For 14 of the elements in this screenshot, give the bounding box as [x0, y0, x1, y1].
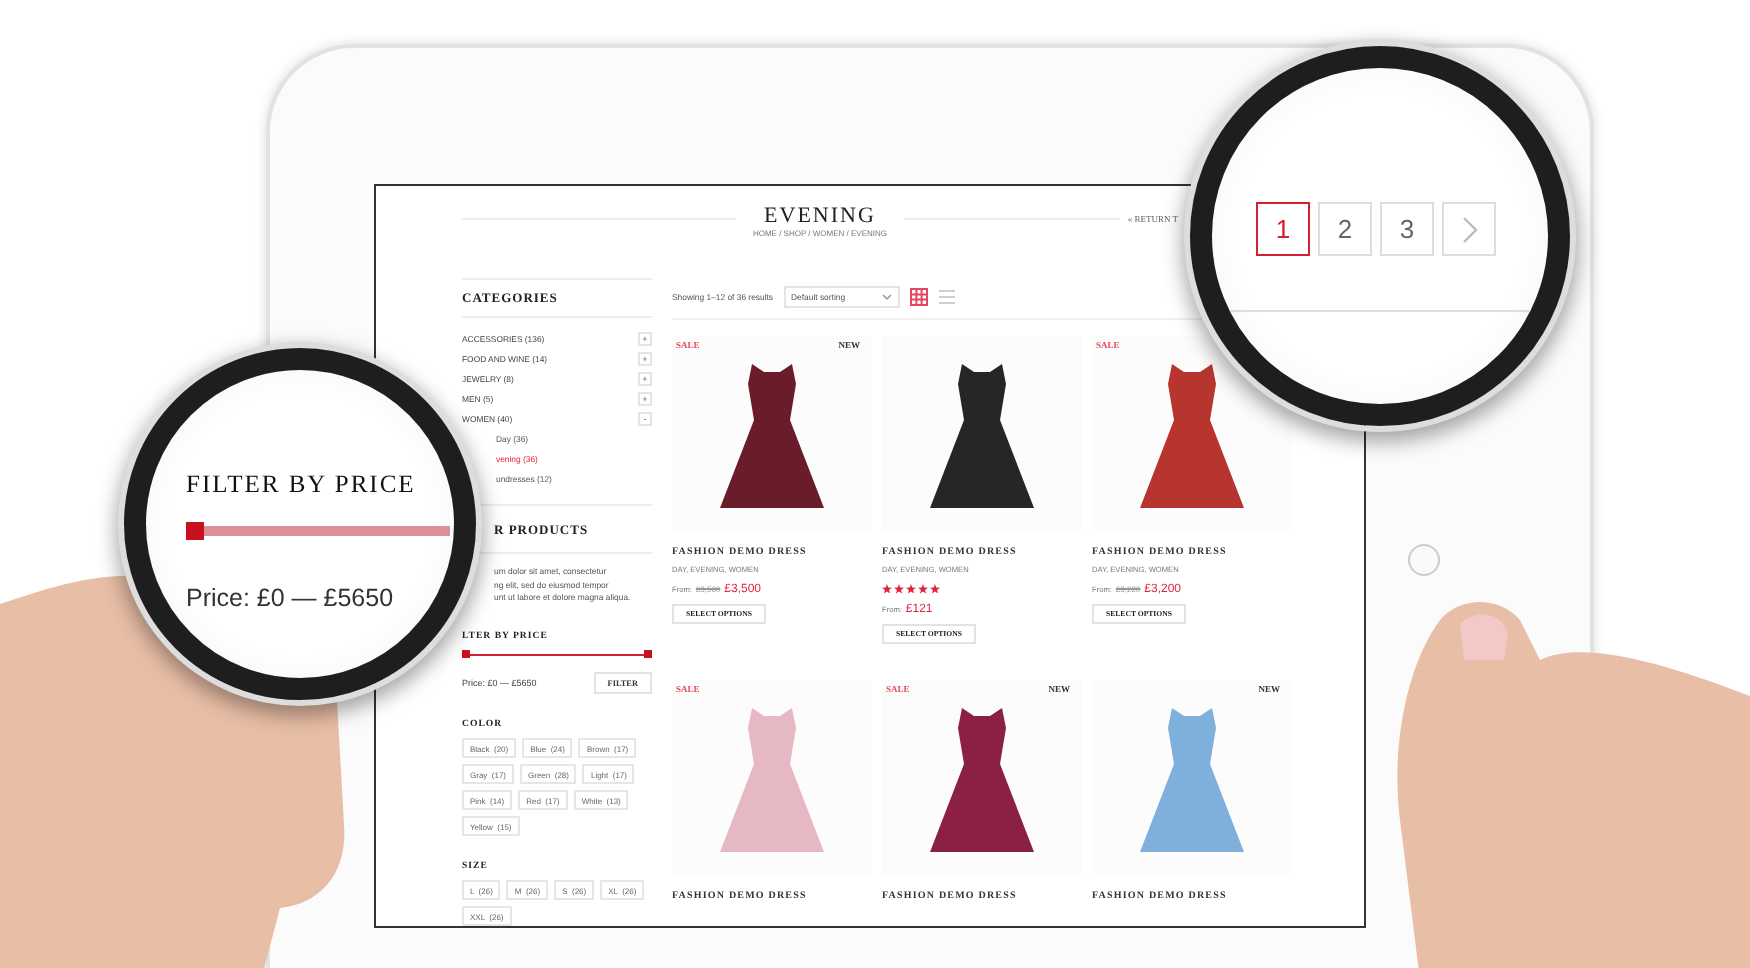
- widget-title: FILTER BY PRICE: [186, 470, 418, 500]
- page-button[interactable]: 2: [1318, 202, 1372, 256]
- slider-handle[interactable]: [186, 522, 204, 540]
- slider-handle[interactable]: [462, 650, 470, 658]
- page-button[interactable]: 3: [1380, 202, 1434, 256]
- chevron-right-icon: [1461, 215, 1477, 243]
- page-button[interactable]: 1: [1256, 202, 1310, 256]
- list-view-icon[interactable]: [937, 287, 956, 305]
- price-range: Price: £0 — £5650: [186, 584, 396, 612]
- slider-handle[interactable]: [644, 650, 652, 658]
- next-page-button[interactable]: [1442, 202, 1496, 256]
- grid-view-icon[interactable]: [909, 287, 928, 305]
- page-title: EVENING: [764, 204, 876, 228]
- caret-icon: [881, 293, 892, 299]
